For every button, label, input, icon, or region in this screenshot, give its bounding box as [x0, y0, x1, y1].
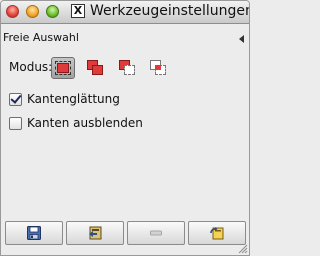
delete-icon [150, 230, 162, 236]
feather-edges-label[interactable]: Kanten ausblenden [27, 116, 143, 130]
resize-grip-icon[interactable] [236, 242, 248, 254]
x11-app-icon: X [71, 4, 85, 18]
tool-header: Freie Auswahl [1, 31, 249, 47]
feather-edges-checkbox[interactable] [9, 117, 22, 130]
tab-menu-arrow-icon[interactable] [239, 35, 244, 43]
mode-replace-button[interactable] [51, 57, 75, 79]
tool-options-window: X Werkzeugeinstellungen Freie Auswahl Mo… [0, 0, 250, 256]
restore-icon [89, 226, 102, 240]
zoom-window-button[interactable] [46, 5, 59, 18]
tool-name: Freie Auswahl [3, 31, 79, 44]
antialias-label[interactable]: Kantenglättung [27, 92, 120, 106]
title-bar[interactable]: X Werkzeugeinstellungen [1, 1, 249, 24]
mode-label: Modus: [9, 60, 53, 74]
delete-options-button[interactable] [127, 221, 185, 245]
save-icon [27, 226, 41, 240]
close-window-button[interactable] [6, 5, 19, 18]
restore-options-button[interactable] [66, 221, 124, 245]
feather-edges-option[interactable]: Kanten ausblenden [9, 116, 239, 132]
antialias-checkbox[interactable] [9, 93, 22, 106]
reset-icon [210, 227, 224, 240]
mode-add-button[interactable] [84, 57, 108, 79]
minimize-window-button[interactable] [26, 5, 39, 18]
mode-intersect-button[interactable] [147, 57, 171, 79]
window-title: Werkzeugeinstellungen [90, 3, 250, 19]
mode-subtract-button[interactable] [116, 57, 140, 79]
antialias-option[interactable]: Kantenglättung [9, 92, 239, 108]
bottom-button-bar [3, 221, 247, 247]
save-options-button[interactable] [5, 221, 63, 245]
